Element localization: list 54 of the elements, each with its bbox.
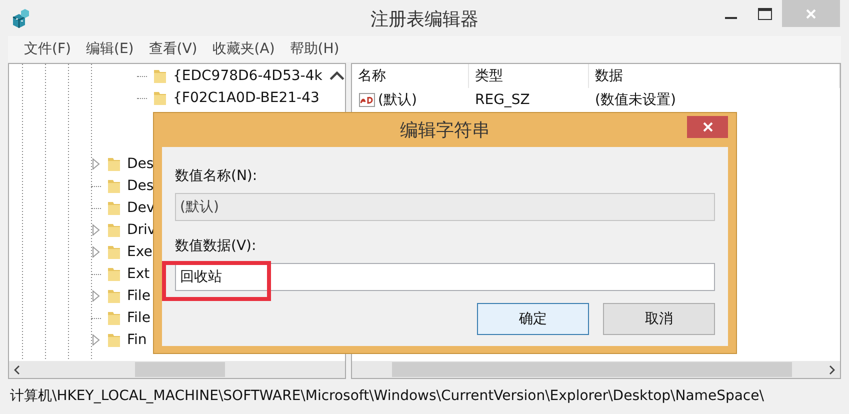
tree-item[interactable]: Des (127, 178, 154, 194)
menu-item[interactable]: 查看(V) (148, 40, 198, 58)
tree-item[interactable]: File (127, 310, 150, 326)
tree-item[interactable]: Exe (127, 244, 152, 260)
string-value-icon (358, 91, 376, 109)
menu-item[interactable]: 帮助(H) (290, 40, 340, 58)
ok-button[interactable]: 确定 (477, 303, 589, 335)
data-field[interactable]: 回收站 (175, 263, 715, 291)
folder-icon (105, 177, 123, 195)
menu-item[interactable]: 收藏夹(A) (212, 40, 275, 58)
tree-item[interactable]: {EDC978D6-4D53-4k (173, 68, 322, 84)
tree-item[interactable]: Ext (127, 266, 150, 282)
status-path-text: 计算机\HKEY_LOCAL_MACHINE\SOFTWARE\Microsoft\Windows\CurrentVersion\Explorer\Desktop\NameSpace\ (9, 387, 765, 405)
tree-item[interactable]: {F02C1A0D-BE21-43 (173, 90, 320, 106)
minimize-icon (725, 17, 737, 19)
menu-item[interactable]: 文件(F) (24, 40, 71, 58)
tree-item[interactable]: File (127, 288, 150, 304)
folder-icon (105, 309, 123, 327)
folder-icon (105, 155, 123, 173)
folder-icon (105, 221, 123, 239)
folder-icon (105, 243, 123, 261)
menu-item[interactable]: 编辑(E) (86, 40, 134, 58)
horizontal-scrollbar[interactable] (352, 361, 840, 378)
close-icon (805, 8, 817, 20)
expand-arrow-icon[interactable] (91, 246, 101, 258)
value-name[interactable]: (默认) (378, 91, 417, 109)
window-title: 注册表编辑器 (370, 8, 478, 31)
close-button[interactable] (687, 116, 728, 138)
maximize-icon (758, 8, 772, 20)
folder-icon (105, 199, 123, 217)
column-header[interactable]: 名称 (352, 64, 469, 88)
close-icon (702, 121, 714, 133)
folder-icon (105, 331, 123, 349)
registry-cubes-icon (10, 7, 32, 29)
cancel-button[interactable]: 取消 (603, 303, 715, 335)
folder-icon (151, 89, 169, 107)
horizontal-scrollbar[interactable] (9, 361, 345, 378)
folder-icon (151, 67, 169, 85)
value-data: (数值未设置) (594, 91, 677, 109)
value-type: REG_SZ (474, 92, 531, 108)
field-label: 数值数据(V): (175, 237, 258, 256)
column-header[interactable]: 类型 (469, 64, 589, 88)
column-header[interactable]: 数据 (589, 64, 840, 88)
tree-item[interactable]: Fin (127, 332, 147, 348)
expand-arrow-icon[interactable] (91, 334, 101, 346)
field-label: 数值名称(N): (175, 167, 258, 186)
tree-item[interactable]: Dev (127, 200, 155, 216)
expand-arrow-icon[interactable] (91, 290, 101, 302)
folder-icon (105, 265, 123, 283)
expand-arrow-icon[interactable] (91, 158, 101, 170)
expand-arrow-icon[interactable] (91, 224, 101, 236)
folder-icon (105, 287, 123, 305)
tree-item[interactable]: Des (127, 156, 154, 172)
dialog-title: 编辑字符串 (400, 119, 490, 142)
